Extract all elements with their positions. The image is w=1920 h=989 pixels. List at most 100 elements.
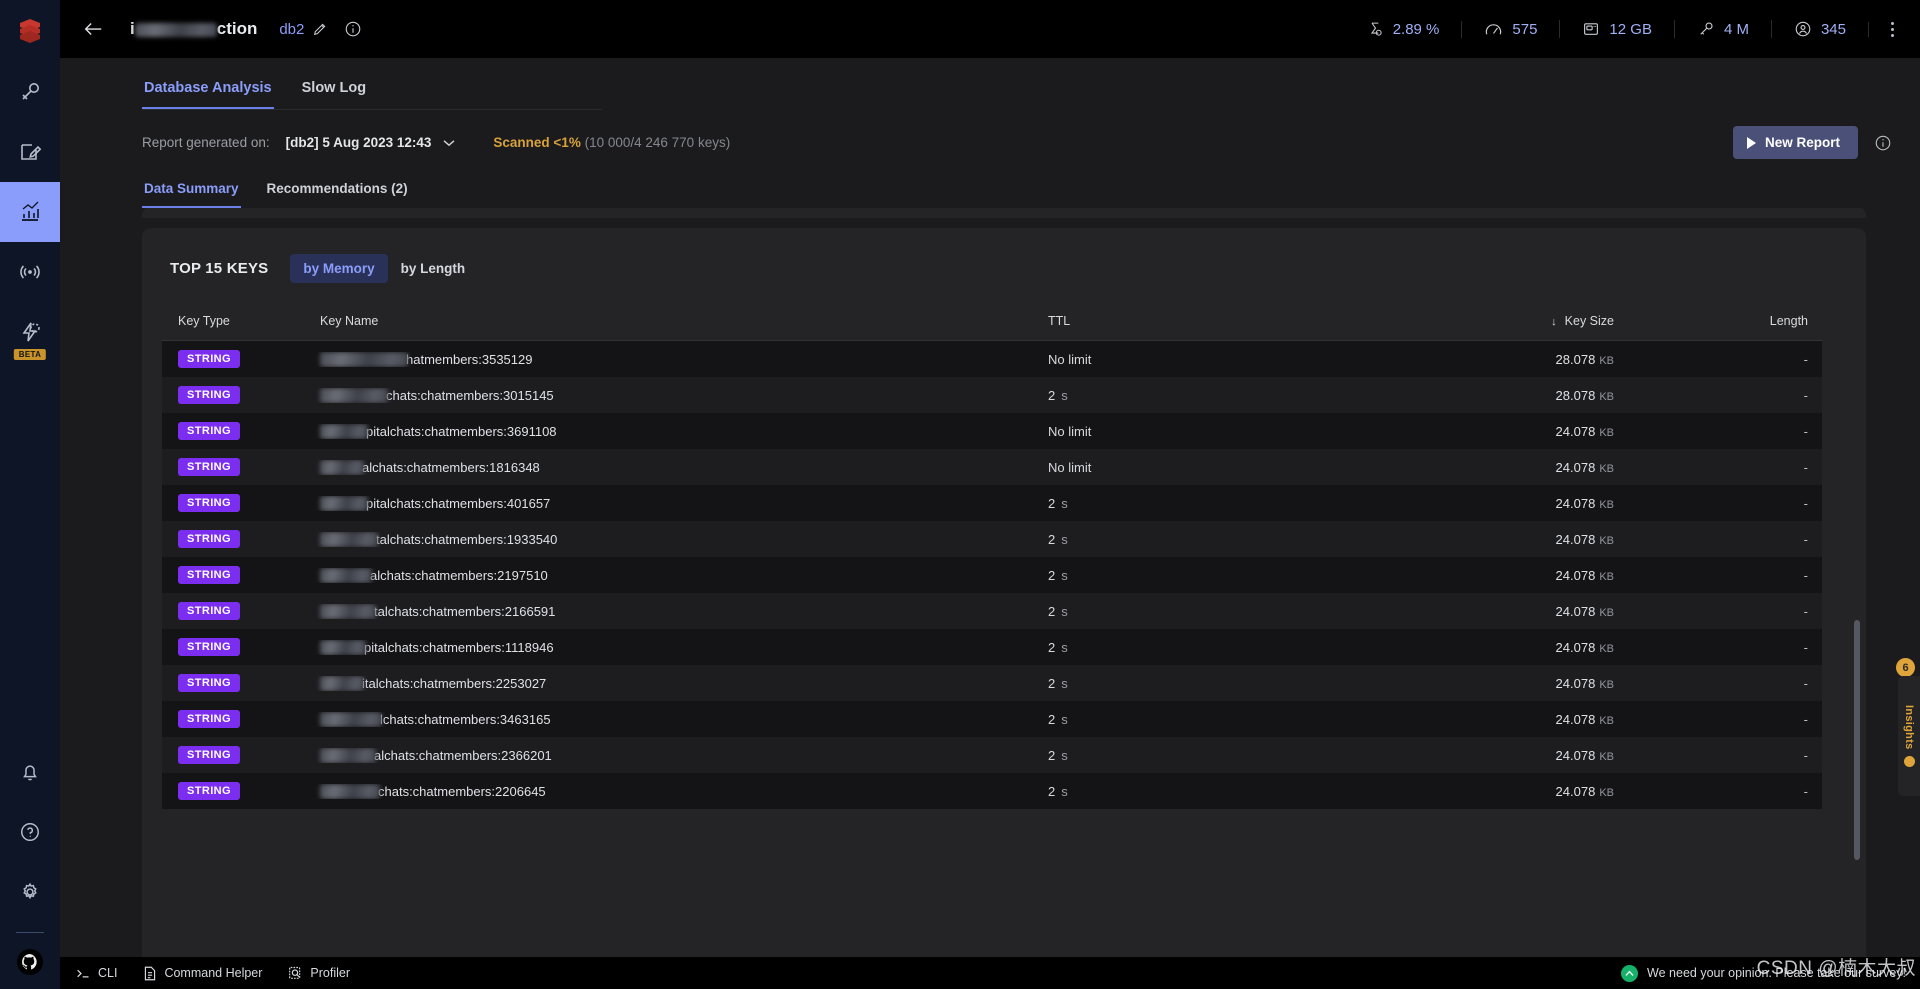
column-header-key-size[interactable]: ↓ Key Size	[1372, 314, 1672, 328]
table-row[interactable]: STRING italchats:chatmembers:2253027 2 s 24.…	[162, 665, 1822, 701]
lightning-gear-icon	[22, 322, 40, 342]
report-selector[interactable]: [db2] 5 Aug 2023 12:43	[286, 135, 456, 150]
report-generated-label: Report generated on:	[142, 135, 270, 150]
sidebar-item-workbench[interactable]	[0, 122, 60, 182]
cell-key-name: alchats:chatmembers:2366201	[314, 747, 1042, 763]
table-row[interactable]: STRING alchats:chatmembers:2366201 2 s 24.07…	[162, 737, 1822, 773]
back-arrow-icon	[84, 23, 102, 35]
ttl-value: 2	[1048, 495, 1056, 511]
clients-metric[interactable]: 345	[1770, 20, 1868, 38]
new-report-info-button[interactable]	[1874, 134, 1892, 152]
key-size-value: 28.078	[1555, 351, 1596, 367]
column-header-key-name[interactable]: Key Name	[314, 314, 1042, 328]
table-row[interactable]: STRING pitalchats:chatmembers:1118946 2 s 24…	[162, 629, 1822, 665]
cell-key-type: STRING	[162, 458, 314, 476]
header-overflow-menu[interactable]	[1868, 21, 1906, 37]
cpu-metric[interactable]: 2.89 %	[1345, 21, 1462, 38]
ttl-unit: s	[1061, 747, 1068, 763]
key-size-value: 24.078	[1555, 531, 1596, 547]
ttl-unit: s	[1061, 639, 1068, 655]
cli-label: CLI	[98, 966, 118, 980]
cell-ttl: No limit	[1042, 424, 1372, 439]
keys-metric[interactable]: 4 M	[1673, 20, 1771, 38]
cell-key-size: 24.078 KB	[1372, 784, 1672, 799]
column-header-length[interactable]: Length	[1672, 314, 1822, 328]
sidebar-item-help[interactable]	[0, 802, 60, 862]
table-row[interactable]: STRING pitalchats:chatmembers:3691108 No l…	[162, 413, 1822, 449]
ttl-value: 2	[1048, 711, 1056, 727]
tab-database-analysis[interactable]: Database Analysis	[142, 74, 274, 109]
ttl-value: No limit	[1048, 459, 1092, 475]
key-type-badge: STRING	[178, 782, 240, 800]
edit-database-button[interactable]	[312, 21, 328, 37]
table-row[interactable]: STRING chats:chatmembers:3015145 2 s 28.078 K…	[162, 377, 1822, 413]
table-row[interactable]: STRING lchats:chatmembers:3463165 2 s 24.078…	[162, 701, 1822, 737]
table-row[interactable]: STRING alchats:chatmembers:1816348 No limi…	[162, 449, 1822, 485]
tab-data-summary[interactable]: Data Summary	[142, 177, 241, 208]
key-type-badge: STRING	[178, 530, 240, 548]
insights-panel-toggle[interactable]: Insights	[1898, 676, 1920, 796]
cli-button[interactable]: CLI	[76, 966, 117, 980]
bar-chart-icon	[22, 201, 39, 221]
key-size-unit: KB	[1599, 786, 1614, 799]
cell-ttl: 2s	[1042, 640, 1372, 655]
sidebar-item-notifications[interactable]	[0, 742, 60, 802]
sidebar-item-analysis-tools[interactable]	[0, 182, 60, 242]
sidebar-item-github[interactable]	[17, 949, 43, 975]
instance-info-button[interactable]	[344, 20, 362, 38]
survey-link[interactable]: We need your opinion. Please take our su…	[1621, 964, 1906, 982]
back-button[interactable]	[78, 14, 108, 44]
key-name-text: hatmembers:3535129	[406, 351, 533, 367]
tab-slow-log[interactable]: Slow Log	[300, 74, 368, 109]
table-row[interactable]: STRING alchats:chatmembers:2197510 2 s 24.07…	[162, 557, 1822, 593]
sidebar-item-pubsub[interactable]	[0, 242, 60, 302]
key-size-unit: KB	[1599, 678, 1614, 691]
memory-metric[interactable]: 12 GB	[1559, 20, 1674, 38]
cell-key-type: STRING	[162, 710, 314, 728]
cell-length: -	[1803, 639, 1808, 655]
key-name-text: talchats:chatmembers:1933540	[376, 531, 558, 547]
ttl-value: 2	[1048, 783, 1056, 799]
command-helper-button[interactable]: Command Helper	[143, 966, 262, 981]
table-row[interactable]: STRING chats:chatmembers:2206645 2 s 24.078 K…	[162, 773, 1822, 809]
key-name-text: lchats:chatmembers:3463165	[380, 711, 551, 727]
panel-scrollbar[interactable]	[1854, 620, 1860, 860]
insights-dot-icon	[1903, 756, 1915, 768]
table-row[interactable]: STRING talchats:chatmembers:1933540 2 s 24.0…	[162, 521, 1822, 557]
redacted-key-prefix	[320, 639, 366, 655]
column-header-key-type[interactable]: Key Type	[162, 314, 314, 328]
profiler-button[interactable]: Profiler	[288, 966, 350, 981]
segment-by-length[interactable]: by Length	[388, 254, 479, 283]
redacted-key-prefix	[320, 495, 368, 511]
ops-per-second-metric[interactable]: 575	[1461, 20, 1559, 38]
sidebar-item-browser[interactable]	[0, 62, 60, 122]
cell-key-type: STRING	[162, 674, 314, 692]
redis-logo	[0, 0, 60, 62]
key-size-value: 24.078	[1555, 783, 1596, 799]
table-row[interactable]: STRING hatmembers:3535129 No limit 28.078 KB…	[162, 341, 1822, 377]
key-name-text: alchats:chatmembers:2197510	[370, 567, 548, 583]
panel-title: TOP 15 KEYS	[170, 260, 269, 277]
cell-length: -	[1803, 567, 1808, 583]
top-keys-table: Key Type Key Name TTL ↓ Key Size Length S…	[162, 301, 1822, 955]
cell-length: -	[1803, 387, 1808, 403]
key-type-badge: STRING	[178, 386, 240, 404]
column-header-ttl[interactable]: TTL	[1042, 314, 1372, 328]
sidebar-item-triggers-functions[interactable]: BETA	[0, 302, 60, 362]
key-name-text: italchats:chatmembers:2253027	[362, 675, 547, 691]
table-row[interactable]: STRING talchats:chatmembers:2166591 2 s 24.0…	[162, 593, 1822, 629]
new-report-button[interactable]: New Report	[1732, 126, 1858, 159]
cell-key-type: STRING	[162, 350, 314, 368]
ttl-unit: s	[1061, 567, 1068, 583]
key-type-badge: STRING	[178, 494, 240, 512]
survey-text: We need your opinion. Please take our su…	[1647, 966, 1906, 980]
table-row[interactable]: STRING pitalchats:chatmembers:401657 2 s 24.…	[162, 485, 1822, 521]
tab-recommendations[interactable]: Recommendations (2)	[265, 177, 410, 208]
segment-by-memory[interactable]: by Memory	[290, 254, 388, 283]
new-report-label: New Report	[1764, 135, 1840, 150]
feedback-icon	[1621, 964, 1639, 982]
cell-length: -	[1803, 531, 1808, 547]
key-name-text: alchats:chatmembers:1816348	[362, 459, 540, 475]
sidebar-item-settings[interactable]	[0, 862, 60, 922]
cell-key-size: 24.078 KB	[1372, 748, 1672, 763]
